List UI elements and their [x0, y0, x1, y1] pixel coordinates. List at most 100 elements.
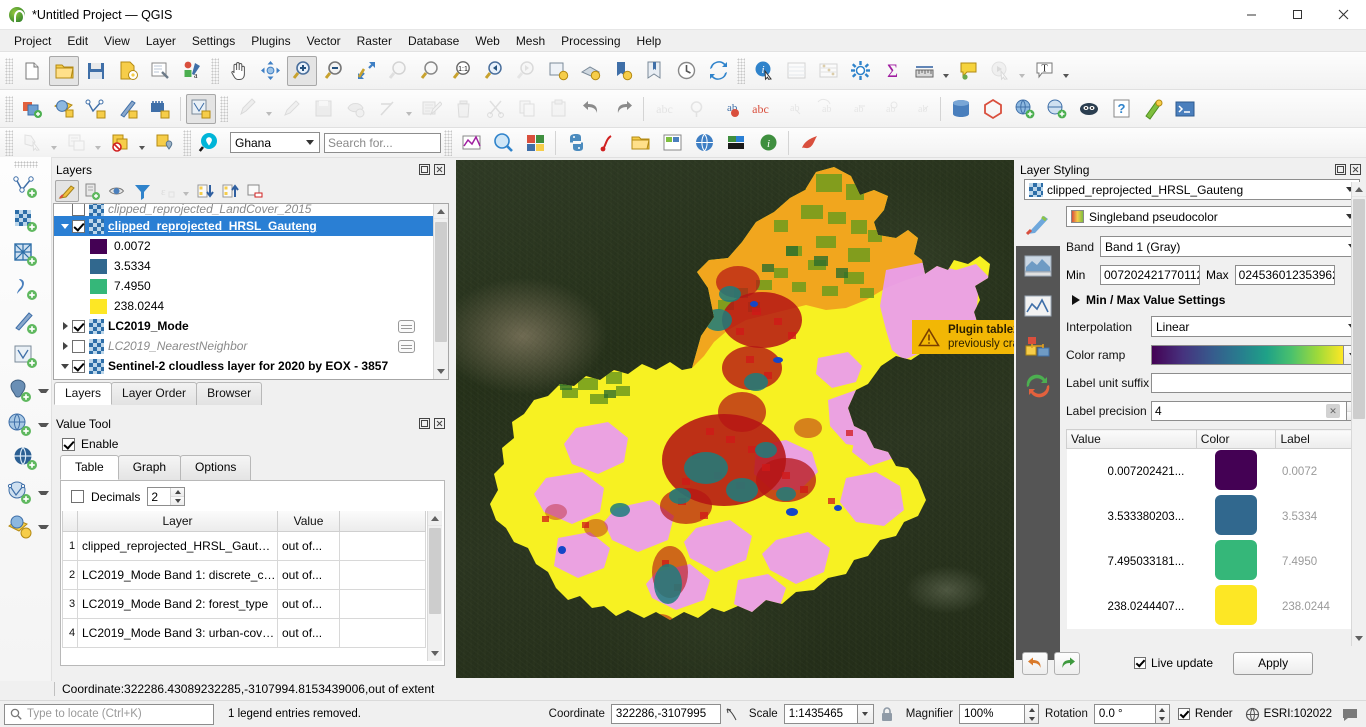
semi-auto-classification-icon[interactable]: [520, 128, 550, 158]
menu-mesh[interactable]: Mesh: [508, 32, 553, 50]
cut-features-icon[interactable]: [480, 94, 510, 124]
symbology-tab-icon[interactable]: [1022, 212, 1054, 240]
processing-toolbox-icon[interactable]: [845, 56, 875, 86]
column-header-label[interactable]: Label: [1275, 429, 1362, 449]
layer-visibility-checkbox[interactable]: [72, 319, 85, 333]
remove-layer-icon[interactable]: [243, 180, 267, 202]
stepper-down-icon[interactable]: [171, 497, 185, 505]
value-tool-icon[interactable]: [488, 128, 518, 158]
layer-edit-badge-icon[interactable]: [398, 319, 415, 333]
stepper-down-icon[interactable]: [1156, 714, 1169, 723]
history-tab-icon[interactable]: [1022, 372, 1054, 400]
rendering-tab-icon[interactable]: [1022, 332, 1054, 360]
scrollbar-thumb[interactable]: [429, 528, 441, 614]
lizmap-icon[interactable]: [794, 128, 824, 158]
panel-close-icon[interactable]: [433, 163, 446, 176]
rotation-field[interactable]: 0.0 °: [1093, 704, 1156, 724]
filter-legend-caret[interactable]: [180, 180, 192, 202]
measure-icon[interactable]: [909, 56, 939, 86]
new-3d-map-view-icon[interactable]: [575, 56, 605, 86]
zoom-to-layer-icon[interactable]: [415, 56, 445, 86]
column-header-color[interactable]: Color: [1195, 429, 1277, 449]
temporal-controller-icon[interactable]: [671, 56, 701, 86]
vertex-tool-icon[interactable]: [372, 94, 402, 124]
geocoder-country-select[interactable]: Ghana: [230, 132, 320, 153]
menu-raster[interactable]: Raster: [349, 32, 400, 50]
add-xyz-layer-rail-icon[interactable]: [2, 510, 38, 544]
nominatim-toolbar-handle[interactable]: [183, 129, 191, 156]
column-header-value[interactable]: Value: [1066, 429, 1197, 449]
minmax-settings-group[interactable]: Min / Max Value Settings: [1072, 293, 1362, 307]
add-pointcloud-rail-icon[interactable]: [8, 306, 44, 340]
deselect-caret[interactable]: [136, 128, 148, 158]
band-select[interactable]: Band 1 (Gray): [1100, 236, 1362, 257]
maximize-button[interactable]: [1274, 0, 1320, 30]
max-input[interactable]: 0245360123539626: [1234, 265, 1335, 285]
move-label-icon[interactable]: ab: [777, 94, 807, 124]
style-manager-icon[interactable]: a: [177, 56, 207, 86]
copy-features-icon[interactable]: [512, 94, 542, 124]
magnifier-field[interactable]: 100%: [959, 704, 1026, 724]
new-bookmark-icon[interactable]: [607, 56, 637, 86]
add-wcs-layer-rail-icon[interactable]: [2, 476, 38, 510]
coordinate-field[interactable]: 322286,-3107995: [610, 704, 721, 724]
select-value-icon[interactable]: [149, 128, 179, 158]
layer-visibility-checkbox[interactable]: [72, 359, 85, 373]
ramp-value[interactable]: 3.533380203...: [1066, 494, 1197, 539]
topology-checker-icon[interactable]: [978, 94, 1008, 124]
layers-tree-scrollbar[interactable]: [433, 204, 448, 379]
scroll-down-icon[interactable]: [1352, 631, 1366, 646]
layer-visibility-checkbox[interactable]: [72, 339, 85, 353]
select-features-icon[interactable]: [17, 128, 47, 158]
label-precision-input[interactable]: 4 ✕: [1151, 401, 1347, 421]
manage-layer-visibility-icon[interactable]: [105, 180, 129, 202]
show-hide-labels-icon[interactable]: ab: [841, 94, 871, 124]
zoom-to-selection-icon[interactable]: [383, 56, 413, 86]
histogram-tab-icon[interactable]: [1022, 292, 1054, 320]
zoom-native-resolution-icon[interactable]: 1:1: [447, 56, 477, 86]
save-project-icon[interactable]: [81, 56, 111, 86]
scroll-down-icon[interactable]: [428, 646, 442, 661]
toolbar-handle[interactable]: [5, 57, 13, 84]
attributes-toolbar-handle[interactable]: [737, 57, 745, 84]
rotation-stepper[interactable]: [1155, 704, 1170, 724]
select-features-caret[interactable]: [48, 128, 60, 158]
open-layouts-icon[interactable]: [657, 128, 687, 158]
georeferencer-icon[interactable]: [593, 128, 623, 158]
refresh-icon[interactable]: [703, 56, 733, 86]
label-properties-icon[interactable]: ab: [873, 94, 903, 124]
quickmapservices-icon[interactable]: [1074, 94, 1104, 124]
crs-selector[interactable]: ESRI:102022: [1245, 707, 1332, 722]
rotate-label-icon[interactable]: ab: [809, 94, 839, 124]
add-postgis-layer-rail-icon[interactable]: [2, 374, 38, 408]
new-map-view-icon[interactable]: [543, 56, 573, 86]
ramp-value[interactable]: 238.0244407...: [1066, 584, 1197, 629]
current-edits-icon[interactable]: [232, 94, 262, 124]
menu-view[interactable]: View: [96, 32, 138, 50]
menu-web[interactable]: Web: [467, 32, 507, 50]
tab-layers[interactable]: Layers: [54, 382, 113, 405]
layer-visibility-checkbox[interactable]: [72, 219, 85, 233]
decimals-input[interactable]: [148, 488, 171, 505]
toggle-editing-icon[interactable]: [276, 94, 306, 124]
add-vector-layer-rail-icon[interactable]: [8, 170, 44, 204]
color-swatch[interactable]: [1215, 540, 1258, 580]
layer-edit-badge-icon[interactable]: [398, 339, 415, 353]
pin-labels-icon[interactable]: [681, 94, 711, 124]
zoom-next-icon[interactable]: [511, 56, 541, 86]
show-bookmarks-icon[interactable]: [639, 56, 669, 86]
ramp-value[interactable]: 0.007202421...: [1066, 448, 1197, 494]
add-wms-layer-rail-icon[interactable]: [2, 408, 38, 442]
scrollbar-thumb[interactable]: [1353, 199, 1365, 419]
color-swatch[interactable]: [1215, 585, 1258, 625]
plugin-manager-icon[interactable]: [1138, 94, 1168, 124]
toolbar2-handle[interactable]: [5, 95, 13, 122]
expander-down[interactable]: [58, 223, 72, 229]
messages-log-icon[interactable]: [1342, 707, 1358, 722]
ramp-color-cell[interactable]: [1196, 539, 1276, 584]
menu-settings[interactable]: Settings: [184, 32, 243, 50]
highlight-labels-icon[interactable]: ab: [713, 94, 743, 124]
styling-layer-select[interactable]: clipped_reprojected_HRSL_Gauteng: [1024, 179, 1360, 200]
color-swatch[interactable]: [1215, 450, 1258, 490]
wcs-caret-icon[interactable]: [38, 491, 49, 495]
